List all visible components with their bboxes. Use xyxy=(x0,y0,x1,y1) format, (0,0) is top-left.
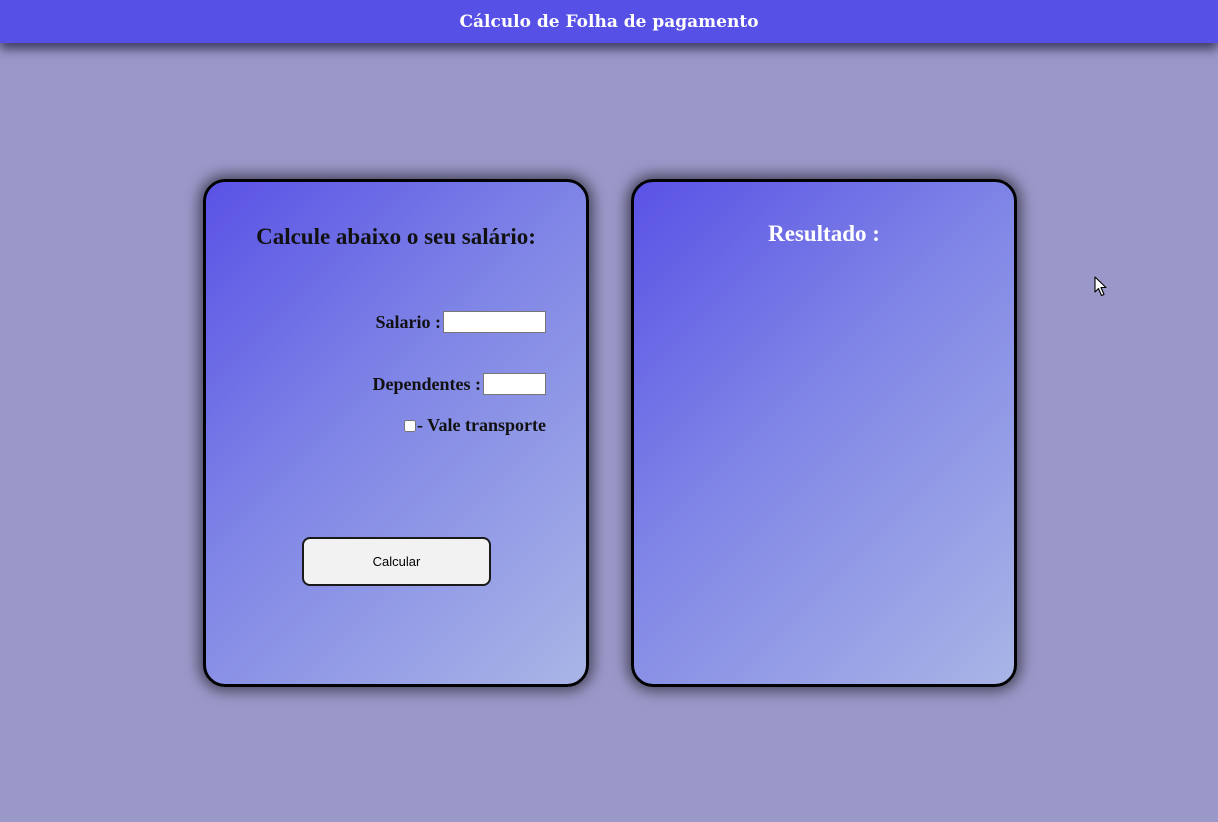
form-title: Calcule abaixo o seu salário: xyxy=(256,224,536,249)
dependentes-row: Dependentes : xyxy=(372,373,546,395)
salario-input[interactable] xyxy=(443,311,546,333)
dependentes-input[interactable] xyxy=(483,373,546,395)
vale-transporte-label: - Vale transporte xyxy=(417,415,546,435)
calculate-button[interactable]: Calcular xyxy=(302,537,491,586)
salario-label: Salario : xyxy=(375,311,442,332)
vale-transporte-checkbox[interactable] xyxy=(404,419,416,432)
app-header: Cálculo de Folha de pagamento xyxy=(0,0,1218,43)
mouse-pointer-icon xyxy=(1094,276,1107,297)
dependentes-label: Dependentes : xyxy=(372,373,482,394)
salario-row: Salario : xyxy=(375,311,546,333)
page-title: Cálculo de Folha de pagamento xyxy=(459,11,759,32)
vale-transporte-row: - Vale transporte xyxy=(404,415,546,436)
result-card: Resultado : xyxy=(631,179,1017,687)
salary-form-card: Calcule abaixo o seu salário: Salario : … xyxy=(203,179,589,687)
result-title: Resultado : xyxy=(768,221,880,246)
